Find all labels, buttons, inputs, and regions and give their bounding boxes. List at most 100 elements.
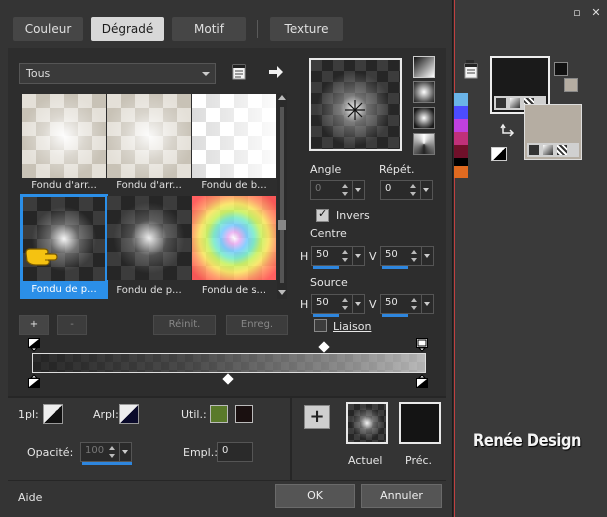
restore-icon[interactable]: ▫ — [571, 7, 583, 19]
palette-swatch[interactable] — [454, 145, 468, 158]
center-crosshair-icon[interactable] — [343, 98, 367, 122]
current-swatch[interactable] — [346, 402, 388, 444]
linear-style-button[interactable] — [413, 56, 435, 78]
divider — [8, 480, 446, 481]
palette-swatch[interactable] — [454, 106, 468, 119]
add-stop-button[interactable]: + — [304, 405, 330, 429]
centre-h-field[interactable]: 50 — [311, 246, 365, 269]
spin-arrows-icon[interactable] — [409, 182, 418, 198]
preset-label: Fondu de p... — [31, 284, 97, 295]
color-stop-left[interactable] — [28, 374, 40, 388]
chevron-down-icon[interactable] — [420, 181, 432, 199]
reset-colors-icon[interactable] — [491, 147, 507, 161]
tab-texture[interactable]: Texture — [270, 17, 343, 41]
preset-thumb-6[interactable]: Fondu de s... — [192, 196, 276, 296]
source-v-field[interactable]: 50 — [380, 294, 434, 317]
opacity-midpoint[interactable] — [318, 341, 330, 353]
background-properties[interactable] — [524, 104, 582, 160]
panel-edge — [454, 0, 455, 517]
palette-swatch[interactable] — [454, 132, 468, 145]
preset-label: Fondu de s... — [201, 285, 267, 296]
library-icon[interactable] — [232, 63, 248, 81]
rectangular-style-button[interactable] — [413, 81, 435, 103]
previous-swatch[interactable] — [399, 402, 441, 444]
palette-swatch[interactable] — [454, 119, 468, 132]
palette-swatch[interactable] — [454, 166, 468, 178]
reset-button[interactable]: Réinit. — [153, 315, 216, 335]
opacity-stop-left[interactable] — [28, 338, 40, 352]
chevron-down-icon[interactable] — [421, 295, 433, 313]
cancel-button[interactable]: Annuler — [361, 484, 442, 508]
library-icon[interactable] — [464, 62, 480, 80]
background-color-swatch[interactable] — [119, 404, 139, 424]
spin-arrows-icon[interactable] — [410, 296, 419, 312]
spin-arrows-icon[interactable] — [410, 248, 419, 264]
centre-v-label: V — [369, 250, 377, 263]
chevron-down-icon[interactable] — [119, 443, 131, 461]
empl-field[interactable]: 0 — [217, 442, 253, 462]
close-icon[interactable]: ✕ — [590, 7, 602, 19]
save-button[interactable]: Enreg. — [226, 315, 288, 335]
gradient-preview[interactable] — [309, 58, 402, 151]
help-link[interactable]: Aide — [18, 491, 42, 504]
chevron-down-icon[interactable] — [352, 295, 364, 313]
chevron-down-icon[interactable] — [352, 247, 364, 265]
preset-thumb-1[interactable]: Fondu d'arr... — [22, 94, 106, 191]
swap-colors-icon[interactable] — [500, 123, 516, 139]
chevron-up-icon[interactable] — [278, 95, 286, 100]
gradient-bar[interactable] — [32, 353, 426, 373]
preset-thumb-image — [192, 94, 276, 178]
link-checkbox[interactable] — [314, 319, 327, 332]
preset-thumb-2[interactable]: Fondu d'arr... — [107, 94, 191, 191]
spin-arrows-icon[interactable] — [341, 182, 350, 198]
tab-motif[interactable]: Motif — [172, 17, 246, 41]
remove-preset-button[interactable]: - — [57, 315, 87, 335]
invert-checkbox[interactable] — [316, 207, 329, 222]
palette-swatch[interactable] — [454, 158, 468, 166]
centre-v-field[interactable]: 50 — [380, 246, 434, 269]
preset-thumb-image — [22, 94, 106, 178]
link-label: Liaison — [333, 320, 372, 333]
background-color-swatch[interactable] — [564, 78, 578, 92]
preset-scrollbar[interactable] — [277, 93, 287, 299]
color-midpoint[interactable] — [222, 373, 234, 385]
tab-couleur[interactable]: Couleur — [13, 17, 83, 41]
chevron-down-icon[interactable] — [352, 181, 364, 199]
preset-label: Fondu d'arr... — [116, 180, 182, 191]
ok-button[interactable]: OK — [275, 484, 355, 508]
divider — [8, 396, 446, 398]
spin-arrows-icon[interactable] — [108, 444, 117, 460]
chevron-down-icon[interactable] — [278, 290, 286, 295]
preset-label: Fondu de b... — [201, 180, 267, 191]
category-select[interactable]: Tous — [19, 63, 216, 84]
scrollbar-thumb[interactable] — [278, 220, 286, 230]
preset-thumb-5[interactable]: Fondu de p... — [107, 196, 191, 296]
spin-arrows-icon[interactable] — [341, 248, 350, 264]
spin-arrows-icon[interactable] — [341, 296, 350, 312]
add-preset-button[interactable]: + — [19, 315, 49, 335]
tab-degrade[interactable]: Dégradé — [91, 17, 164, 41]
preset-thumb-3[interactable]: Fondu de b... — [192, 94, 276, 191]
radial-style-button[interactable] — [413, 107, 435, 129]
source-h-field[interactable]: 50 — [311, 294, 365, 317]
foreground-color-swatch[interactable] — [554, 62, 568, 76]
palette-swatch[interactable] — [454, 93, 468, 106]
user-color-swatch[interactable] — [210, 405, 228, 423]
angle-field[interactable]: 0 — [310, 180, 365, 200]
stop-color-swatch[interactable] — [43, 404, 63, 424]
gradient-editor[interactable] — [28, 338, 432, 388]
arpl-label: Arpl: — [93, 408, 119, 421]
preset-label: Fondu d'arr... — [31, 180, 97, 191]
arrow-right-icon[interactable] — [268, 64, 284, 80]
opacity-field[interactable]: 100 — [80, 442, 132, 465]
conical-style-button[interactable] — [413, 133, 435, 155]
opacity-stop-right[interactable] — [416, 338, 428, 352]
palette-strip[interactable] — [454, 93, 468, 178]
source-h-label: H — [300, 298, 309, 311]
user-color-swatch-2[interactable] — [235, 405, 253, 423]
repeat-field[interactable]: 0 — [380, 180, 433, 200]
color-stop-right[interactable] — [416, 374, 428, 388]
scrollbar-track[interactable] — [280, 107, 284, 283]
chevron-down-icon[interactable] — [421, 247, 433, 265]
preset-thumb-image — [107, 196, 191, 280]
